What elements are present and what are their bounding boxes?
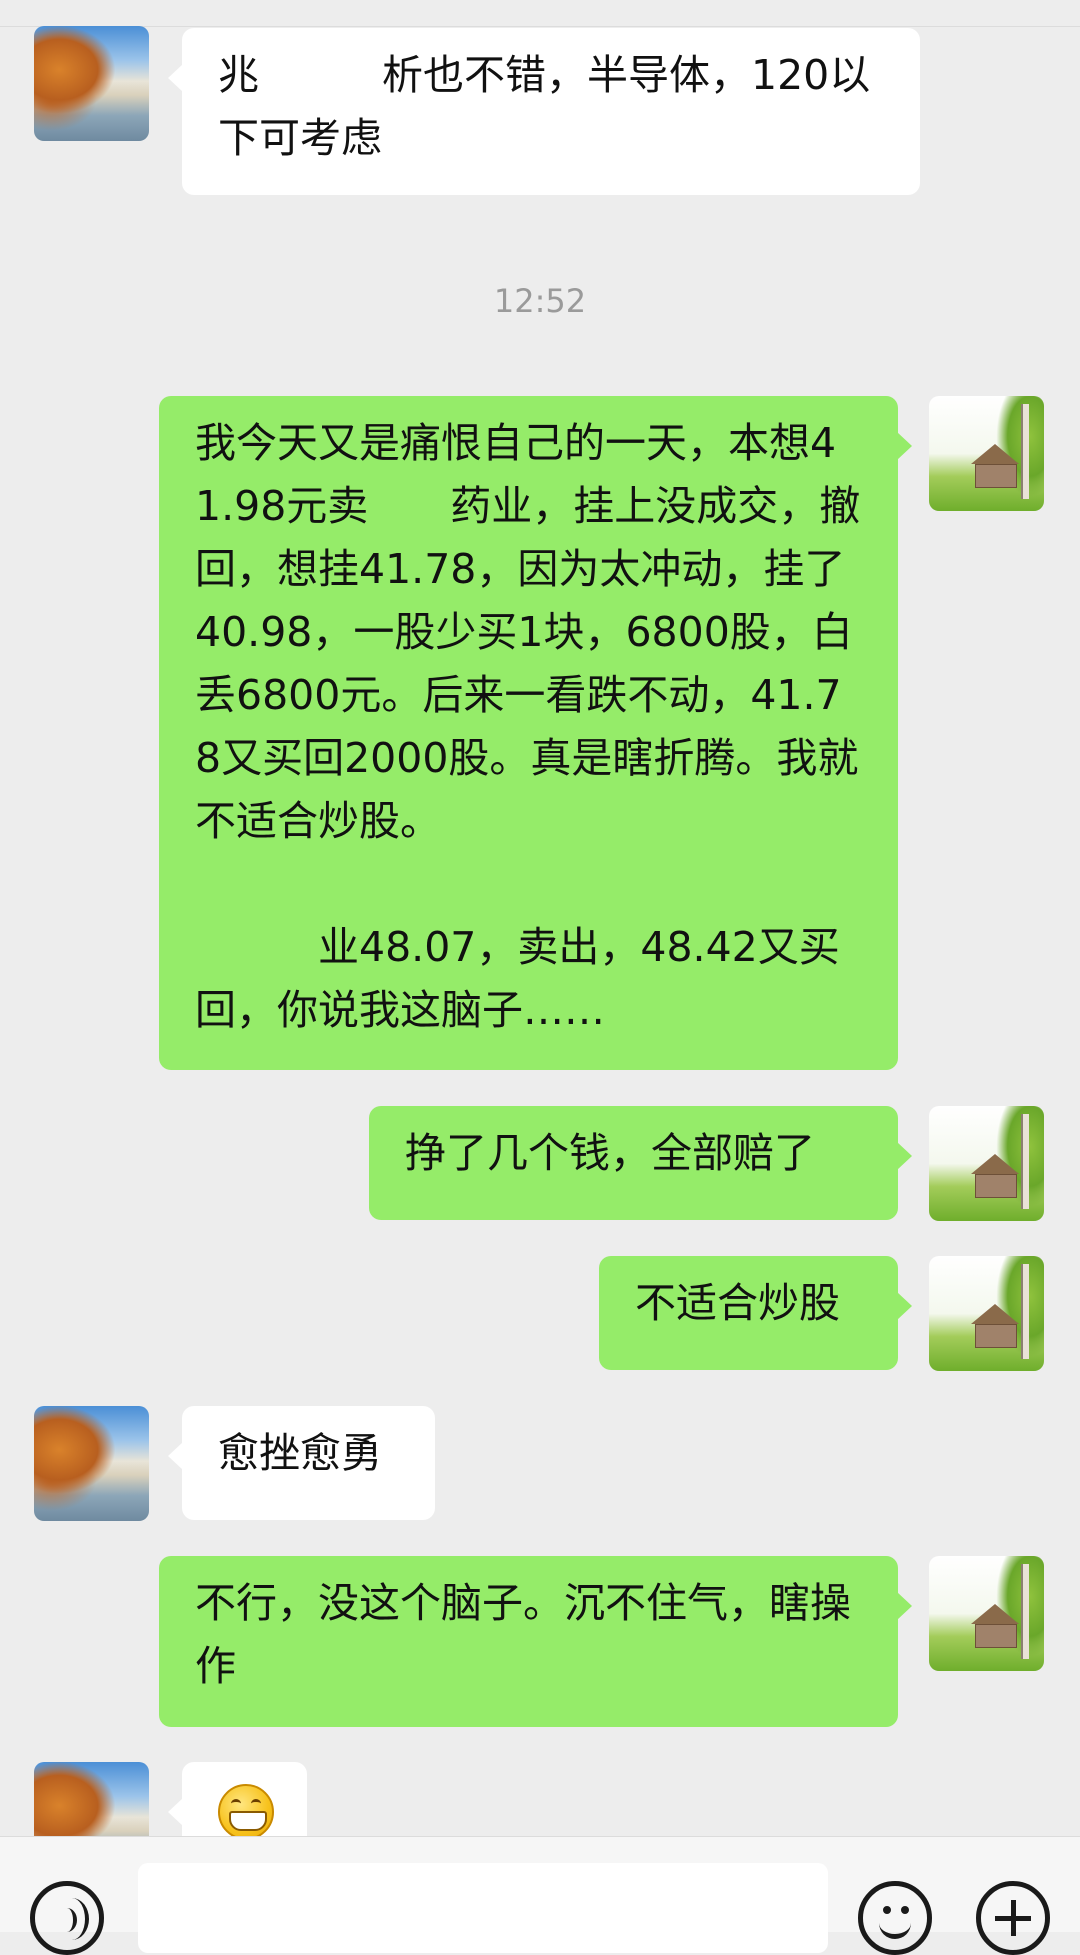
outgoing-message-bubble[interactable]: 挣了几个钱，全部赔了 (369, 1106, 912, 1220)
contact-avatar[interactable] (34, 1406, 149, 1521)
top-divider (0, 26, 1080, 27)
chat-input-bar (0, 1836, 1080, 1955)
my-avatar[interactable] (929, 1256, 1044, 1371)
outgoing-message-bubble[interactable]: 不行，没这个脑子。沉不住气，瞎操作 (159, 1556, 912, 1727)
contact-avatar[interactable] (34, 1762, 149, 1836)
message-timestamp: 12:52 (493, 282, 587, 320)
outgoing-message-bubble[interactable]: 不适合炒股 (599, 1256, 912, 1370)
incoming-emoji-bubble[interactable] (168, 1762, 307, 1836)
chat-message-list[interactable]: 兆 析也不错，半导体，120以下可考虑 12:52 我今天又是痛恨自己的一天，本… (0, 0, 1080, 1836)
incoming-message-bubble[interactable]: 愈挫愈勇 (168, 1406, 435, 1520)
emoji-icon[interactable] (858, 1881, 932, 1955)
message-input[interactable] (138, 1863, 828, 1953)
my-avatar[interactable] (929, 1556, 1044, 1671)
incoming-message-bubble[interactable]: 兆 析也不错，半导体，120以下可考虑 (168, 28, 920, 195)
plus-icon[interactable] (976, 1881, 1050, 1955)
voice-icon[interactable] (30, 1881, 104, 1955)
contact-avatar[interactable] (34, 26, 149, 141)
my-avatar[interactable] (929, 1106, 1044, 1221)
grinning-face-emoji (218, 1784, 274, 1836)
my-avatar[interactable] (929, 396, 1044, 511)
outgoing-message-bubble[interactable]: 我今天又是痛恨自己的一天，本想41.98元卖 药业，挂上没成交，撤回，想挂41.… (159, 396, 912, 1070)
